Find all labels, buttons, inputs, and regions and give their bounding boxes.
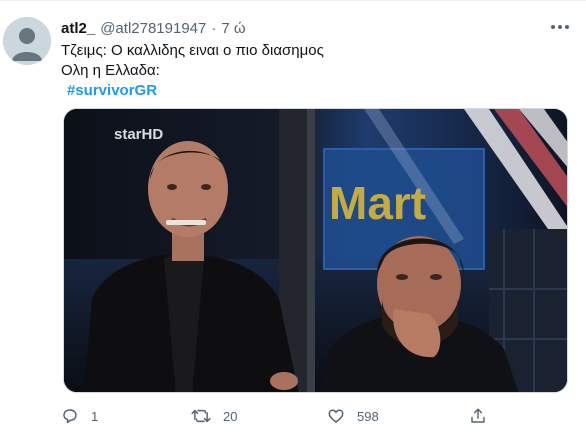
tweet[interactable]: atl2_ @atl278191947 · 7 ώ Τζειμς: Ο καλλ… [0, 0, 586, 435]
user-handle[interactable]: @atl278191947 [100, 20, 206, 37]
tweet-header: atl2_ @atl278191947 · 7 ώ [61, 18, 246, 38]
reply-button[interactable]: 1 [61, 405, 98, 427]
tweet-actions: 1 20 598 [61, 405, 501, 427]
retweet-count: 20 [223, 408, 238, 424]
timestamp[interactable]: 7 ώ [221, 20, 245, 37]
separator-dot: · [211, 19, 217, 37]
share-button[interactable] [469, 405, 487, 427]
tweet-text: Τζειμς: Ο καλλιδης ειναι ο πιο διασημος … [61, 41, 324, 101]
share-icon [471, 408, 485, 423]
display-name[interactable]: atl2_ [61, 20, 95, 37]
channel-watermark: starHD [114, 126, 163, 143]
reply-count: 1 [91, 408, 99, 424]
avatar-default-icon [3, 17, 51, 65]
like-icon [328, 409, 344, 423]
like-button[interactable]: 598 [327, 405, 379, 427]
hashtag-link[interactable]: #survivorGR [67, 81, 157, 101]
reply-icon [63, 409, 77, 424]
tv-screenshot-image: Mart starHD [64, 109, 567, 392]
tweet-media-image[interactable]: Mart starHD [63, 108, 568, 393]
tweet-line: Ολη η Ελλαδα: [61, 62, 160, 79]
like-count: 598 [357, 408, 379, 424]
background-sign-text: Mart [329, 177, 426, 229]
retweet-icon [191, 409, 211, 423]
tweet-line: Τζειμς: Ο καλλιδης ειναι ο πιο διασημος [61, 42, 324, 59]
retweet-button[interactable]: 20 [191, 405, 237, 427]
more-icon[interactable] [548, 17, 572, 37]
avatar[interactable] [3, 17, 51, 65]
